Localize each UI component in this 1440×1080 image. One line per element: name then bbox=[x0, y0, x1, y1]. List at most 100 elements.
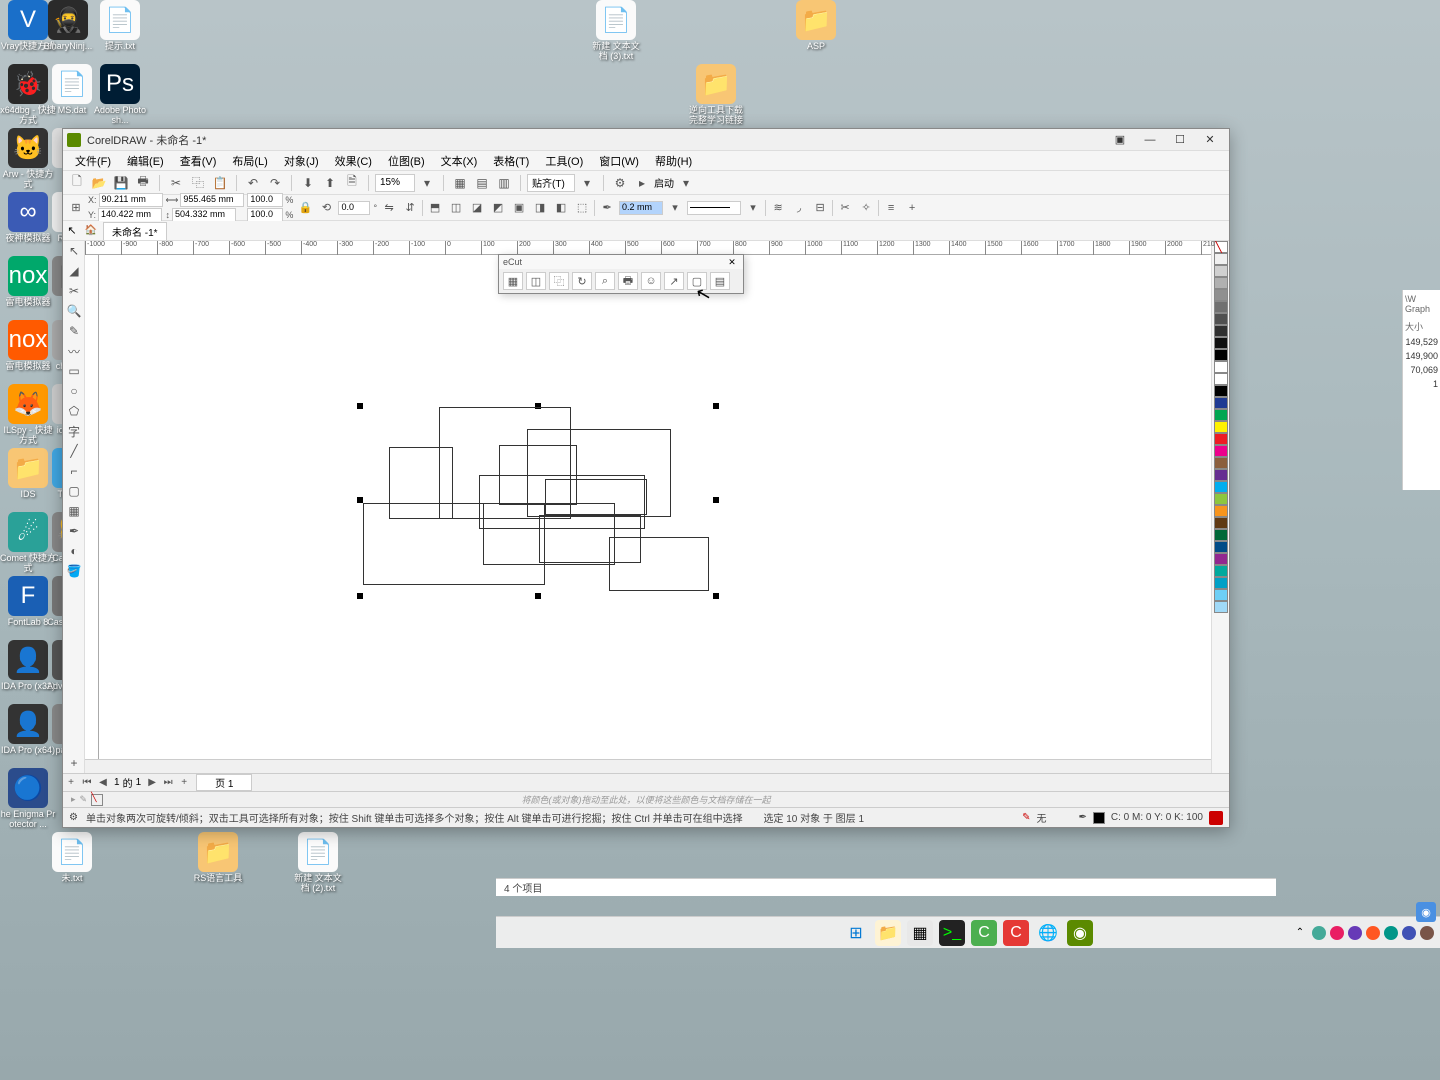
color-swatch[interactable] bbox=[1214, 409, 1228, 421]
snap-chevron-icon[interactable]: ▾ bbox=[577, 173, 597, 193]
first-page-button[interactable]: ⏮ bbox=[79, 777, 95, 788]
fill-tool[interactable]: ◐ bbox=[63, 541, 85, 561]
import-button[interactable]: ⬇ bbox=[298, 173, 318, 193]
color-swatch[interactable] bbox=[1214, 277, 1228, 289]
no-fill-swatch[interactable]: ╲ bbox=[91, 794, 103, 806]
distribute-button[interactable]: ≡ bbox=[882, 199, 900, 217]
terminal-button[interactable]: >_ bbox=[939, 920, 965, 946]
desktop-icon[interactable]: 📄未.txt bbox=[44, 832, 100, 884]
width-input[interactable]: 955.465 mm bbox=[180, 193, 244, 207]
color-swatch[interactable] bbox=[1214, 421, 1228, 433]
doc-mode-icon[interactable]: ▣ bbox=[1105, 130, 1135, 150]
launch-chevron-icon[interactable]: ▾ bbox=[676, 173, 696, 193]
publish-button[interactable]: 🗎 bbox=[342, 173, 362, 193]
coreldraw-button[interactable]: ◉ bbox=[1067, 920, 1093, 946]
tray-app-3[interactable] bbox=[1348, 926, 1362, 940]
maximize-button[interactable]: ☐ bbox=[1165, 130, 1195, 150]
fullscreen-button[interactable]: ▦ bbox=[450, 173, 470, 193]
intersect-button[interactable]: ◩ bbox=[489, 199, 507, 217]
line-style-dropdown[interactable] bbox=[687, 201, 741, 215]
front-minus-back-button[interactable]: ◨ bbox=[531, 199, 549, 217]
color-swatch[interactable] bbox=[1214, 505, 1228, 517]
rotation-input[interactable]: 0.0 bbox=[338, 201, 370, 215]
ecut-refresh-button[interactable]: ↻ bbox=[572, 272, 592, 290]
desktop-icon[interactable]: 📄新建 文本文档 (3).txt bbox=[588, 0, 644, 62]
export-button[interactable]: ⬆ bbox=[320, 173, 340, 193]
mirror-v-button[interactable]: ⇵ bbox=[401, 199, 419, 217]
color-proof-icon[interactable] bbox=[1209, 811, 1223, 825]
color-swatch[interactable] bbox=[1214, 565, 1228, 577]
menu-item[interactable]: 效果(C) bbox=[327, 151, 380, 171]
chrome-button[interactable]: 🌐 bbox=[1035, 920, 1061, 946]
desktop-icon[interactable]: 📁RS语言工具 bbox=[190, 832, 246, 884]
outline-chevron-icon[interactable]: ▾ bbox=[666, 199, 684, 217]
ecut-panel[interactable]: eCut ✕ ▦ ◫ ⿻ ↻ ⌕ 🖶 ☺ ↗ ▢ ▤ bbox=[498, 254, 744, 294]
outline-width-input[interactable]: 0.2 mm bbox=[619, 201, 663, 215]
menu-item[interactable]: 工具(O) bbox=[537, 151, 591, 171]
convert-curves-button[interactable]: ◞ bbox=[790, 199, 808, 217]
scale-y-input[interactable]: 100.0 bbox=[247, 208, 283, 222]
desktop-icon[interactable]: 🔵he Enigma Protector ... bbox=[0, 768, 56, 830]
object-origin-icon[interactable]: ⊞ bbox=[67, 199, 85, 217]
misc-button-1[interactable]: ✂ bbox=[836, 199, 854, 217]
horizontal-scrollbar[interactable] bbox=[85, 759, 1211, 773]
eyedropper-tool[interactable]: ✒ bbox=[63, 521, 85, 541]
document-tab[interactable]: 未命名 -1* bbox=[103, 222, 167, 240]
minimize-button[interactable]: — bbox=[1135, 130, 1165, 150]
color-swatch[interactable] bbox=[1214, 361, 1228, 373]
menu-item[interactable]: 表格(T) bbox=[485, 151, 537, 171]
home-icon[interactable]: 🏠 bbox=[81, 225, 101, 236]
grid-button[interactable]: ▤ bbox=[472, 173, 492, 193]
mirror-h-button[interactable]: ⇋ bbox=[380, 199, 398, 217]
ecut-dup-button[interactable]: ⿻ bbox=[549, 272, 569, 290]
freehand-tool[interactable]: ✎ bbox=[63, 321, 85, 341]
drawing-canvas[interactable] bbox=[99, 255, 1211, 759]
save-button[interactable]: 💾 bbox=[111, 173, 131, 193]
zoom-chevron-icon[interactable]: ▾ bbox=[417, 173, 437, 193]
simplify-button[interactable]: ▣ bbox=[510, 199, 528, 217]
ecut-path-button[interactable]: ↗ bbox=[664, 272, 684, 290]
color-swatch[interactable] bbox=[1214, 541, 1228, 553]
rectangle-tool[interactable]: ▭ bbox=[63, 361, 85, 381]
pos-y-input[interactable]: 140.422 mm bbox=[98, 208, 162, 222]
tray-chevron-icon[interactable]: ⌃ bbox=[1292, 925, 1308, 941]
color-swatch[interactable] bbox=[1214, 397, 1228, 409]
desktop-icon[interactable]: 🥷BinaryNinj... bbox=[40, 0, 96, 52]
crop-tool[interactable]: ✂ bbox=[63, 281, 85, 301]
options-button[interactable]: ⚙ bbox=[610, 173, 630, 193]
desktop-icon[interactable]: 📄提示.txt bbox=[92, 0, 148, 52]
close-button[interactable]: ✕ bbox=[1195, 130, 1225, 150]
launch-icon[interactable]: ▸ bbox=[632, 173, 652, 193]
tray-app-1[interactable] bbox=[1312, 926, 1326, 940]
pos-x-input[interactable]: 90.211 mm bbox=[99, 193, 163, 207]
desktop-icon[interactable]: 📄新建 文本文档 (2).txt bbox=[290, 832, 346, 894]
ecut-nest-button[interactable]: ▦ bbox=[503, 272, 523, 290]
pick-tool[interactable]: ↖ bbox=[63, 241, 85, 261]
corner-badge-icon[interactable]: ◉ bbox=[1416, 902, 1436, 922]
color-swatch[interactable] bbox=[1214, 325, 1228, 337]
tray-app-5[interactable] bbox=[1384, 926, 1398, 940]
desktop-icon[interactable]: PsAdobe Photosh... bbox=[92, 64, 148, 126]
shape-tool[interactable]: ◢ bbox=[63, 261, 85, 281]
redo-button[interactable]: ↷ bbox=[265, 173, 285, 193]
parallel-tool[interactable]: ╱ bbox=[63, 441, 85, 461]
no-color-swatch[interactable]: ╲ bbox=[1214, 241, 1228, 253]
color-swatch[interactable] bbox=[1214, 301, 1228, 313]
last-page-button[interactable]: ⏭ bbox=[160, 777, 176, 788]
color-swatch[interactable] bbox=[1214, 265, 1228, 277]
color-swatch[interactable] bbox=[1214, 385, 1228, 397]
text-tool[interactable]: 字 bbox=[63, 421, 85, 441]
color-swatch[interactable] bbox=[1214, 349, 1228, 361]
shape-rect[interactable] bbox=[609, 537, 709, 591]
ecut-face-button[interactable]: ☺ bbox=[641, 272, 661, 290]
order-front-button[interactable]: ⬒ bbox=[426, 199, 444, 217]
smart-fill-tool[interactable]: 🪣 bbox=[63, 561, 85, 581]
zoom-tool[interactable]: 🔍 bbox=[63, 301, 85, 321]
ellipse-tool[interactable]: ○ bbox=[63, 381, 85, 401]
page-tab[interactable]: 页 1 bbox=[196, 774, 252, 791]
add-tool-button[interactable]: + bbox=[63, 753, 85, 773]
new-page-button[interactable]: + bbox=[176, 777, 192, 788]
scale-x-input[interactable]: 100.0 bbox=[247, 193, 283, 207]
outline-color-swatch[interactable] bbox=[1093, 812, 1105, 824]
color-swatch[interactable] bbox=[1214, 313, 1228, 325]
